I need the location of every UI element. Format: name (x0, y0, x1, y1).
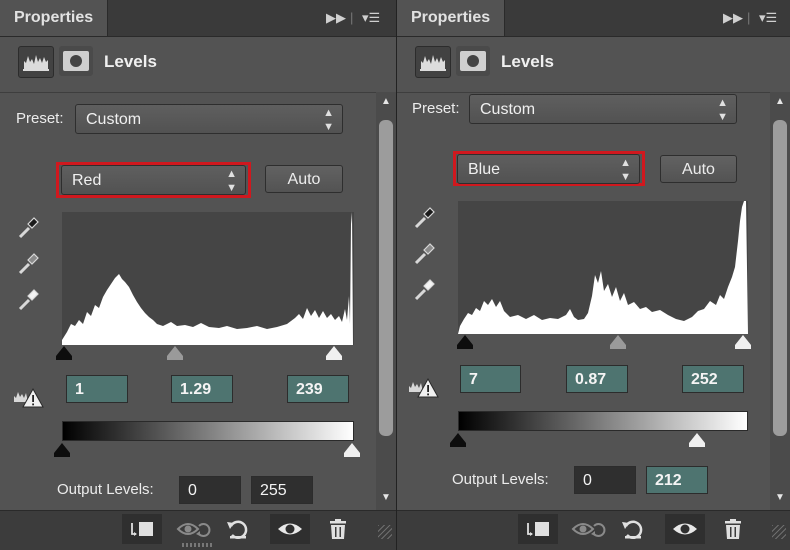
output-white-field[interactable]: 255 (251, 476, 313, 504)
channel-dropdown[interactable]: Red ▲ ▼ (61, 165, 246, 195)
scroll-down-arrow-icon[interactable]: ▼ (770, 490, 790, 506)
preset-value: Custom (480, 101, 536, 118)
panel-menu-icon[interactable]: ▾☰ (759, 9, 777, 27)
scroll-up-arrow-icon[interactable]: ▲ (376, 94, 396, 110)
output-black-field[interactable]: 0 (574, 466, 636, 494)
layer-mask-icon[interactable] (456, 46, 490, 76)
preset-dropdown[interactable]: Custom ▲ ▼ (75, 104, 343, 134)
black-eyedropper-icon[interactable] (14, 212, 44, 242)
properties-panel-left: Properties ▶▶ | ▾☰ Levels Preset: Custom… (0, 0, 396, 550)
input-white-field[interactable]: 252 (682, 365, 744, 393)
up-down-arrows-icon: ▲ ▼ (226, 168, 237, 194)
histogram (458, 201, 748, 334)
levels-histogram-icon[interactable] (18, 46, 54, 78)
up-down-arrows-icon: ▲ ▼ (620, 157, 631, 183)
scroll-down-arrow-icon[interactable]: ▼ (376, 490, 396, 506)
reset-icon[interactable] (218, 514, 258, 544)
panel-menu-icon[interactable]: ▾☰ (362, 9, 380, 27)
trash-icon[interactable] (713, 514, 753, 544)
white-eyedropper-icon[interactable] (14, 284, 44, 314)
output-levels-label: Output Levels: (57, 481, 154, 498)
view-previous-state-icon[interactable] (172, 514, 212, 544)
gray-eyedropper-icon[interactable] (410, 238, 440, 268)
input-black-field[interactable]: 1 (66, 375, 128, 403)
channel-dropdown[interactable]: Blue ▲ ▼ (457, 154, 640, 184)
adjustment-header: Levels (397, 36, 790, 93)
tab-divider: | (747, 10, 751, 25)
up-down-arrows-icon: ▲ ▼ (717, 97, 728, 123)
scroll-up-arrow-icon[interactable]: ▲ (770, 94, 790, 110)
eye-icon[interactable] (270, 514, 310, 544)
auto-button[interactable]: Auto (265, 165, 343, 193)
preset-label: Preset: (16, 110, 64, 127)
scrollbar[interactable]: ▲ ▼ (376, 92, 396, 510)
up-down-arrows-icon: ▲ ▼ (323, 107, 334, 133)
adjustment-title: Levels (104, 52, 157, 71)
auto-button[interactable]: Auto (660, 155, 737, 183)
layer-mask-icon[interactable] (59, 46, 93, 76)
eye-icon[interactable] (665, 514, 705, 544)
resize-grip[interactable] (182, 543, 212, 547)
view-previous-state-icon[interactable] (567, 514, 607, 544)
corner-resize-grip[interactable] (772, 525, 786, 539)
scrollbar[interactable]: ▲ ▼ (770, 92, 790, 510)
histogram-curve (458, 201, 748, 334)
panel-bottom-toolbar (397, 510, 790, 550)
histogram-curve (62, 212, 353, 345)
preset-value: Custom (86, 111, 142, 128)
reset-icon[interactable] (613, 514, 653, 544)
output-gradient-bar (62, 421, 354, 441)
preset-label: Preset: (412, 100, 460, 117)
input-white-field[interactable]: 239 (287, 375, 349, 403)
clip-to-layer-icon[interactable] (122, 514, 162, 544)
panel-bottom-toolbar (0, 510, 396, 550)
adjustment-header: Levels (0, 36, 396, 93)
input-black-field[interactable]: 7 (460, 365, 521, 393)
scroll-thumb[interactable] (773, 120, 787, 436)
output-black-field[interactable]: 0 (179, 476, 241, 504)
output-levels-label: Output Levels: (452, 471, 549, 488)
clipping-warning-icon[interactable] (407, 374, 443, 402)
tab-divider: | (350, 10, 354, 25)
input-gamma-field[interactable]: 1.29 (171, 375, 233, 403)
input-gamma-field[interactable]: 0.87 (566, 365, 628, 393)
black-eyedropper-icon[interactable] (410, 202, 440, 232)
corner-resize-grip[interactable] (378, 525, 392, 539)
scroll-thumb[interactable] (379, 120, 393, 436)
adjustment-title: Levels (501, 52, 554, 71)
output-white-field[interactable]: 212 (646, 466, 708, 494)
clipping-warning-icon[interactable] (12, 384, 48, 412)
histogram (62, 212, 354, 345)
levels-histogram-icon[interactable] (415, 46, 451, 78)
output-gradient-bar (458, 411, 748, 431)
double-arrow-icon[interactable]: ▶▶ (723, 9, 743, 27)
gray-eyedropper-icon[interactable] (14, 248, 44, 278)
white-eyedropper-icon[interactable] (410, 274, 440, 304)
clip-to-layer-icon[interactable] (518, 514, 558, 544)
panel-tab-bar: Properties ▶▶ | ▾☰ (397, 0, 790, 37)
channel-value: Blue (468, 161, 501, 178)
preset-dropdown[interactable]: Custom ▲ ▼ (469, 94, 737, 124)
channel-value: Red (72, 172, 102, 189)
properties-tab[interactable]: Properties (0, 0, 109, 36)
panel-tab-bar: Properties ▶▶ | ▾☰ (0, 0, 396, 37)
trash-icon[interactable] (318, 514, 358, 544)
properties-tab[interactable]: Properties (397, 0, 506, 36)
double-arrow-icon[interactable]: ▶▶ (326, 9, 346, 27)
properties-panel-right: Properties ▶▶ | ▾☰ Levels Preset: Custom… (397, 0, 790, 550)
